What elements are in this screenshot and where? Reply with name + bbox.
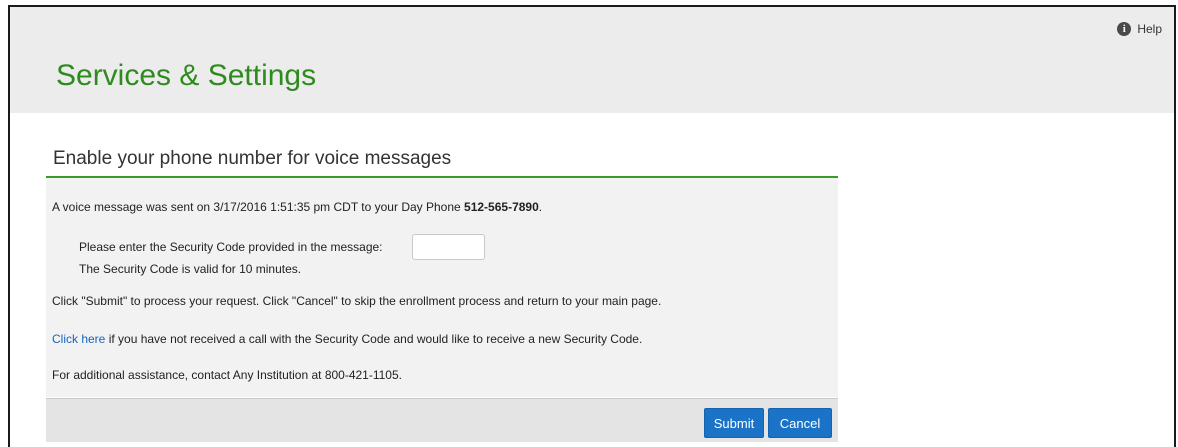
help-link[interactable]: i Help — [1117, 22, 1162, 36]
cancel-button[interactable]: Cancel — [768, 408, 832, 438]
resend-code-link[interactable]: Click here — [52, 332, 105, 346]
enter-code-label: Please enter the Security Code provided … — [79, 240, 383, 254]
resend-text: if you have not received a call with the… — [105, 332, 643, 346]
sent-text: A voice message was sent on 3/17/2016 1:… — [52, 200, 465, 214]
code-valid-note: The Security Code is valid for 10 minute… — [79, 262, 302, 276]
assistance-text: For additional assistance, contact Any I… — [52, 368, 402, 382]
button-bar: Submit Cancel — [46, 398, 838, 442]
page-title: Services & Settings — [56, 59, 317, 92]
section-title: Enable your phone number for voice messa… — [46, 147, 838, 178]
instructions-text: Click "Submit" to process your request. … — [52, 294, 662, 308]
phone-number: 512-565-7890 — [464, 200, 539, 214]
security-code-input[interactable] — [412, 234, 485, 260]
submit-button[interactable]: Submit — [704, 408, 764, 438]
page-header: i Help Services & Settings — [10, 7, 1174, 113]
voice-verification-panel: A voice message was sent on 3/17/2016 1:… — [46, 178, 838, 397]
info-circle-icon: i — [1117, 22, 1132, 36]
help-label: Help — [1137, 22, 1162, 36]
sent-message: A voice message was sent on 3/17/2016 1:… — [52, 200, 542, 214]
sent-suffix: . — [538, 200, 543, 214]
resend-line: Click here if you have not received a ca… — [52, 332, 642, 346]
